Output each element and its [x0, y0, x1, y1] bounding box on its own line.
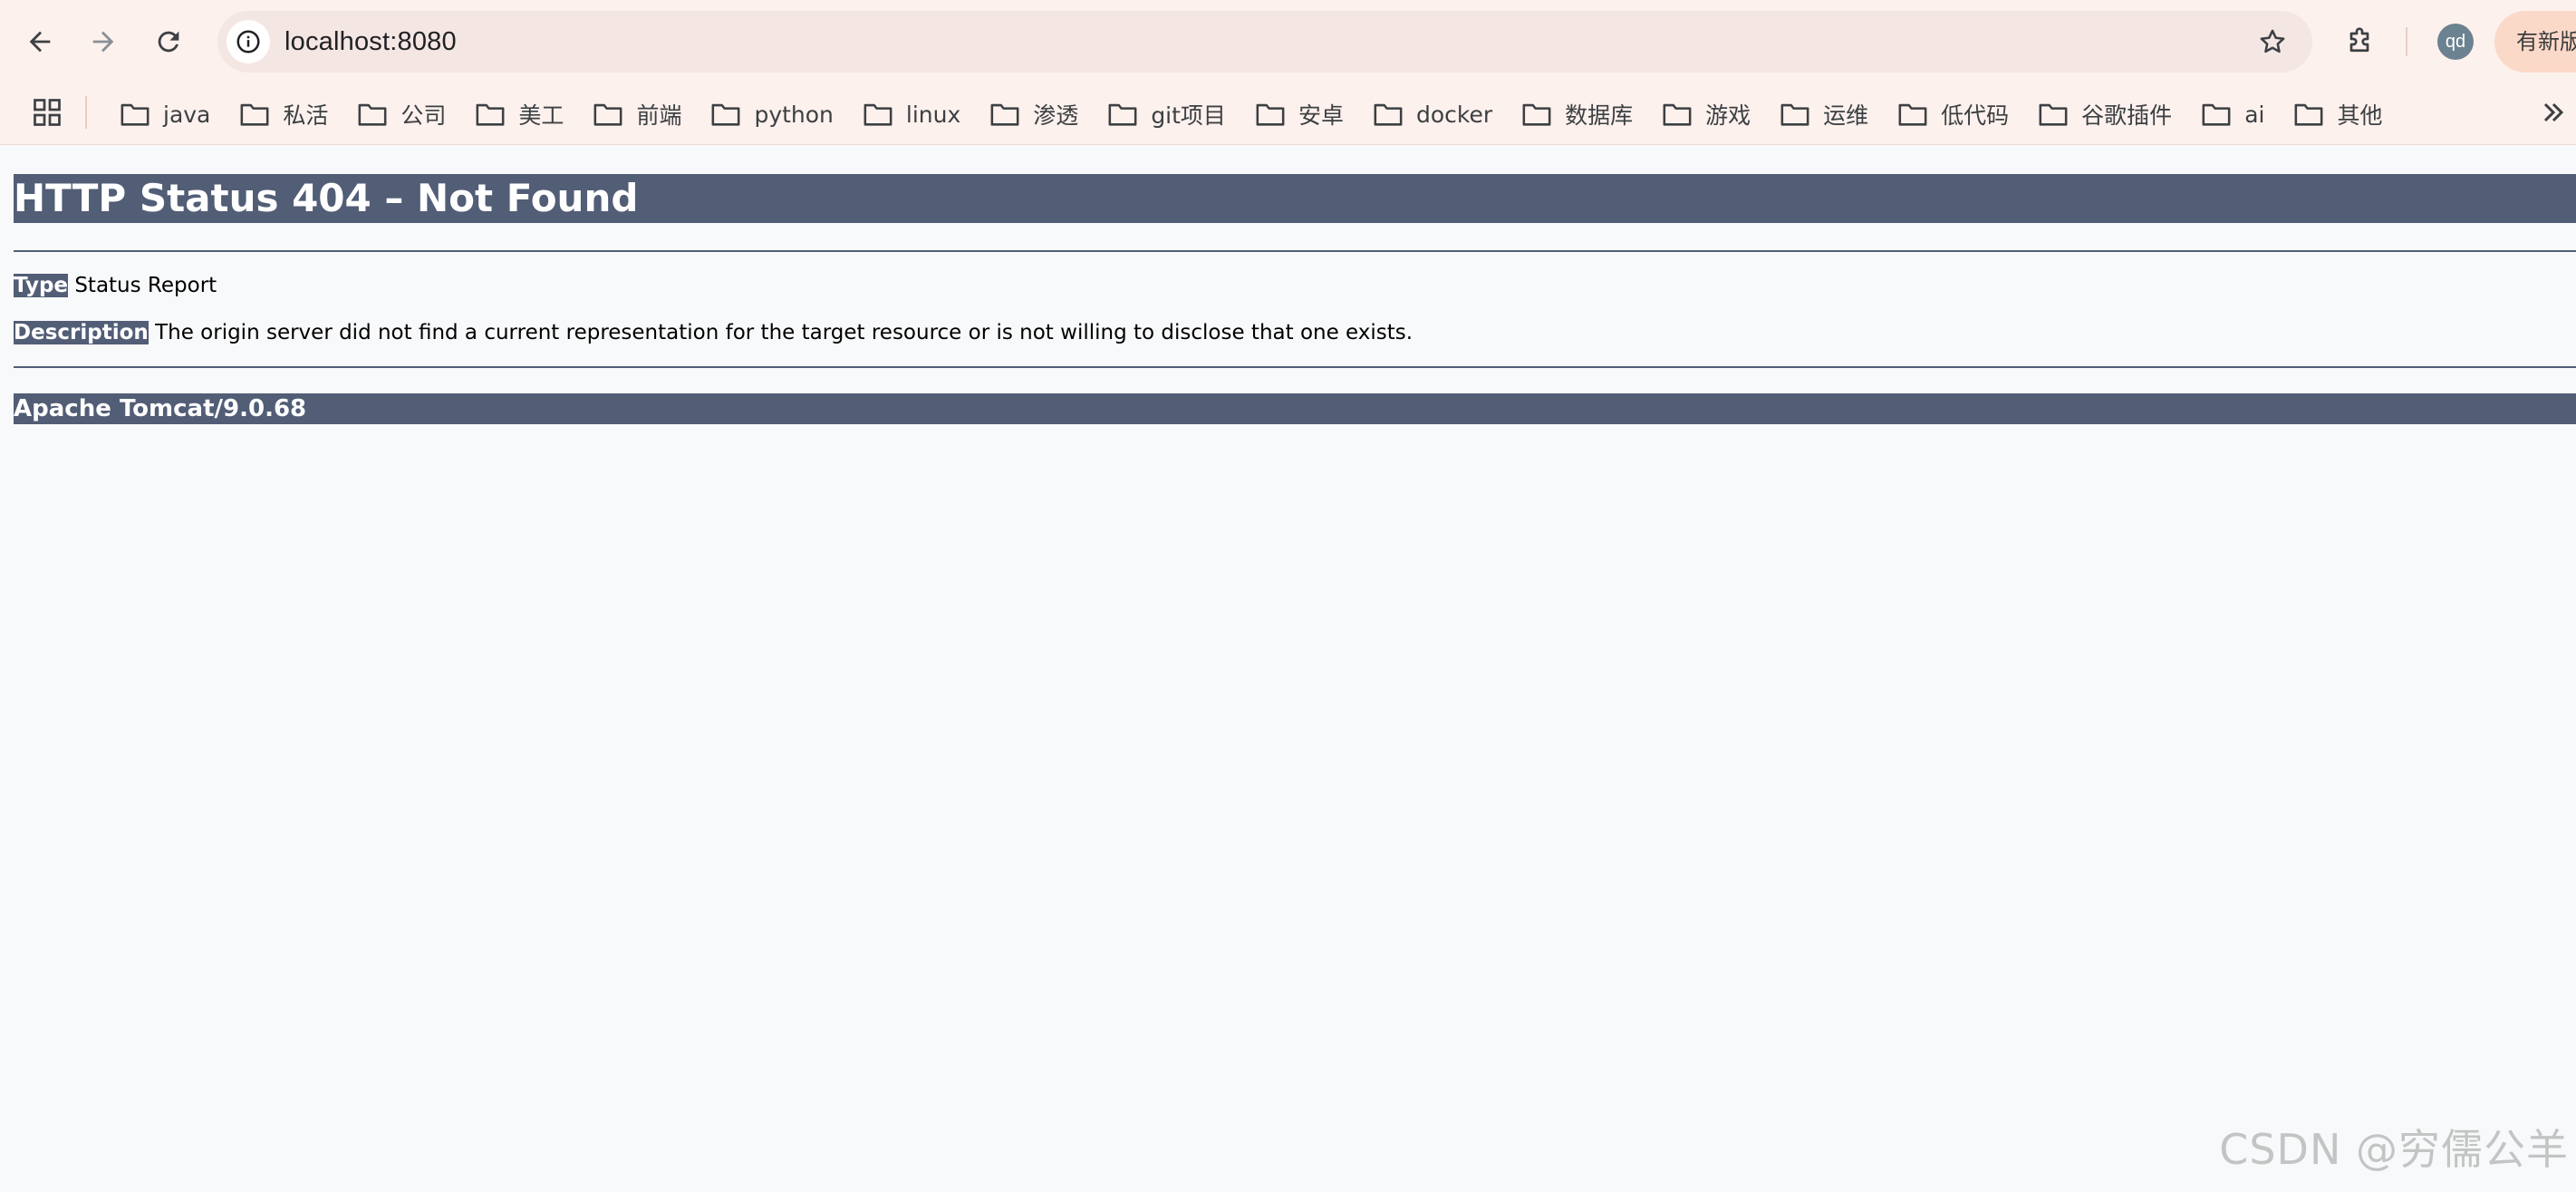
- description-label: Description: [14, 321, 149, 344]
- bookmark-folder[interactable]: 安卓: [1251, 91, 1356, 138]
- bookmark-folders: java 私活 公司 美工 前端 python linux 渗透 git项目 安卓 docker 数据…: [116, 83, 2407, 145]
- bookmark-folder[interactable]: 公司: [353, 91, 458, 138]
- folder-icon: [712, 103, 740, 126]
- forward-button[interactable]: [82, 20, 125, 63]
- bookmark-folder-label: 前端: [636, 102, 682, 129]
- folder-icon: [476, 103, 505, 126]
- type-row: Type Status Report: [14, 272, 2576, 299]
- folder-icon: [1780, 103, 1809, 126]
- bookmark-folder[interactable]: 前端: [589, 91, 694, 138]
- reload-icon: [158, 31, 179, 53]
- folder-icon: [121, 103, 150, 126]
- bookmark-folder[interactable]: git项目: [1104, 91, 1239, 138]
- folder-icon: [1663, 103, 1692, 126]
- bookmark-folder-label: 公司: [400, 102, 447, 129]
- bookmark-folder[interactable]: 数据库: [1518, 91, 1645, 138]
- bookmark-folder-label: git项目: [1151, 102, 1226, 129]
- type-value: Status Report: [74, 274, 217, 297]
- server-info: Apache Tomcat/9.0.68: [14, 393, 2576, 424]
- url-text[interactable]: localhost:8080: [285, 11, 457, 73]
- apps-grid-icon[interactable]: [31, 96, 63, 129]
- folder-icon: [1108, 103, 1137, 126]
- bookmark-folder[interactable]: 其他: [2290, 91, 2395, 138]
- folder-icon: [1898, 103, 1927, 126]
- folder-icon: [1522, 103, 1551, 126]
- folder-icon: [863, 103, 892, 126]
- bookmark-folder[interactable]: 游戏: [1658, 91, 1763, 138]
- bookmark-folder[interactable]: 私活: [236, 91, 341, 138]
- bookmark-folder-label: 谷歌插件: [2081, 102, 2173, 129]
- bookmark-star-button[interactable]: [2254, 24, 2291, 60]
- bookmark-folder[interactable]: 美工: [471, 91, 576, 138]
- type-label: Type: [14, 274, 69, 297]
- back-arrow-icon: [29, 31, 51, 53]
- description-value: The origin server did not find a current…: [155, 321, 1413, 344]
- bookmarks-divider: [85, 96, 87, 129]
- bookmarks-bar: java 私活 公司 美工 前端 python linux 渗透 git项目 安卓 docker 数据…: [0, 83, 2576, 145]
- bookmark-folder[interactable]: 运维: [1776, 91, 1881, 138]
- info-icon: [236, 30, 260, 53]
- bookmark-folder[interactable]: docker: [1369, 91, 1505, 138]
- double-chevron-icon[interactable]: [2537, 96, 2570, 129]
- star-icon: [2260, 29, 2285, 53]
- bookmark-folder[interactable]: 渗透: [986, 91, 1091, 138]
- bookmark-folder[interactable]: python: [707, 91, 845, 138]
- back-button[interactable]: [18, 20, 62, 63]
- bookmark-folder[interactable]: linux: [859, 91, 973, 138]
- bookmark-folder-label: 其他: [2337, 102, 2383, 129]
- bookmark-folder-label: 低代码: [1941, 102, 2010, 129]
- watermark: CSDN @穷儒公羊: [2219, 1125, 2569, 1174]
- profile-avatar[interactable]: qd: [2437, 24, 2474, 60]
- site-info-button[interactable]: [227, 20, 270, 63]
- browser-chrome: localhost:8080 qd 有新版 java 私活 公司 美工 前端 python…: [0, 0, 2576, 145]
- bookmark-folder-label: 运维: [1823, 102, 1869, 129]
- bookmark-folder-label: python: [754, 101, 834, 128]
- bookmark-folder-label: linux: [905, 101, 961, 128]
- folder-icon: [358, 103, 387, 126]
- bookmark-folder-label: 私活: [283, 102, 329, 129]
- folder-icon: [990, 103, 1019, 126]
- bookmark-folder-label: docker: [1415, 101, 1493, 128]
- folder-icon: [593, 103, 622, 126]
- extensions-button[interactable]: [2338, 20, 2381, 63]
- bookmark-folder[interactable]: java: [116, 91, 223, 138]
- bookmark-folder-label: 安卓: [1298, 102, 1344, 129]
- bookmark-folder-label: ai: [2244, 101, 2265, 128]
- bookmark-folder-label: 数据库: [1565, 102, 1634, 129]
- folder-icon: [2295, 103, 2323, 126]
- folder-icon: [2039, 103, 2068, 126]
- puzzle-icon: [2349, 27, 2369, 53]
- folder-icon: [240, 103, 269, 126]
- page-title: HTTP Status 404 – Not Found: [14, 174, 2576, 223]
- bookmark-folder-label: 游戏: [1705, 102, 1751, 129]
- browser-toolbar: localhost:8080 qd 有新版: [0, 0, 2576, 83]
- title-divider: [14, 250, 2576, 252]
- folder-icon: [2202, 103, 2231, 126]
- footer-divider: [14, 366, 2576, 368]
- update-button[interactable]: 有新版: [2494, 11, 2576, 73]
- bookmark-folder[interactable]: ai: [2197, 91, 2277, 138]
- bookmark-folder-label: 渗透: [1033, 102, 1079, 129]
- toolbar-divider: [2406, 27, 2407, 56]
- address-bar[interactable]: localhost:8080: [217, 11, 2312, 73]
- reload-button[interactable]: [147, 20, 190, 63]
- bookmark-folder-label: 美工: [518, 102, 564, 129]
- folder-icon: [1374, 103, 1403, 126]
- folder-icon: [1256, 103, 1285, 126]
- bookmark-folder-label: java: [163, 101, 211, 128]
- description-row: Description The origin server did not fi…: [14, 319, 2576, 346]
- bookmark-folder[interactable]: 低代码: [1894, 91, 2021, 138]
- bookmark-folder[interactable]: 谷歌插件: [2034, 91, 2185, 138]
- error-page: HTTP Status 404 – Not Found Type Status …: [14, 145, 2576, 424]
- forward-arrow-icon: [92, 31, 114, 53]
